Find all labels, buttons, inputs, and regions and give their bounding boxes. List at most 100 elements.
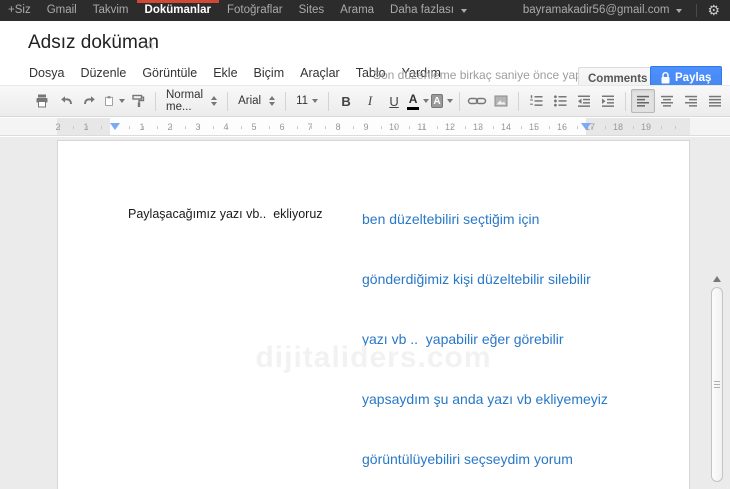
scrollbar-grip	[714, 380, 720, 389]
updown-icon	[269, 96, 276, 106]
chevron-down-icon	[423, 99, 430, 103]
menu-insert[interactable]: Ekle	[205, 63, 245, 83]
ruler-number: 4	[223, 122, 229, 132]
right-indent-marker[interactable]	[581, 123, 591, 130]
undo-button[interactable]	[54, 89, 78, 113]
menu-tools[interactable]: Araçlar	[292, 63, 348, 83]
topbar-item-calendar[interactable]: Takvim	[85, 0, 137, 21]
text-line: yapsaydım şu anda yazı vb ekliyemeyiz	[362, 391, 608, 407]
ruler-number: 6	[279, 122, 285, 132]
insert-image-button[interactable]	[489, 89, 513, 113]
paint-roller-icon	[132, 94, 145, 107]
topbar-item-search[interactable]: Arama	[332, 0, 382, 21]
document-page[interactable]: Paylaşacağımız yazı vb.. ekliyoruz ben d…	[57, 140, 690, 489]
account-menu[interactable]: bayramakadir56@gmail.com	[515, 0, 691, 21]
menu-view[interactable]: Görüntüle	[134, 63, 205, 83]
undo-icon	[61, 96, 72, 105]
ruler-number: 10	[388, 122, 400, 132]
ruler-number: 8	[335, 122, 341, 132]
ruler-number: 5	[251, 122, 257, 132]
decrease-indent-button[interactable]	[572, 89, 596, 113]
divider	[518, 91, 520, 111]
highlight-color-button[interactable]: A	[430, 89, 454, 113]
gear-icon[interactable]: ⚙	[703, 0, 730, 21]
ruler-number: 19	[640, 122, 652, 132]
increase-indent-button[interactable]	[596, 89, 620, 113]
divider	[227, 91, 229, 111]
ruler-number: 2	[55, 122, 61, 132]
bold-button[interactable]: B	[334, 89, 358, 113]
redo-button[interactable]	[78, 89, 102, 113]
numbered-list-icon	[530, 95, 543, 106]
topbar-item-photos[interactable]: Fotoğraflar	[219, 0, 291, 21]
insert-link-button[interactable]	[465, 89, 489, 113]
align-left-icon	[637, 95, 650, 107]
align-right-button[interactable]	[679, 89, 703, 113]
menu-format[interactable]: Biçim	[246, 63, 293, 83]
ruler-number: 7	[307, 122, 313, 132]
star-icon[interactable]: ☆	[143, 36, 156, 54]
topbar-item-sites[interactable]: Sites	[291, 0, 333, 21]
paste-format-button[interactable]	[102, 89, 126, 113]
print-icon	[36, 94, 48, 108]
font-family-select[interactable]: Arial	[233, 89, 280, 113]
divider	[285, 91, 287, 111]
ruler-number: 1	[139, 122, 145, 132]
bulleted-list-icon	[554, 95, 567, 107]
text-color-button[interactable]: A	[406, 89, 430, 113]
ruler-number: 18	[612, 122, 624, 132]
ruler-number: 14	[500, 122, 512, 132]
ruler-number: 1	[83, 122, 89, 132]
chevron-down-icon	[119, 99, 125, 103]
underline-button[interactable]: U	[382, 89, 406, 113]
topbar-item-gmail[interactable]: Gmail	[39, 0, 85, 21]
italic-button[interactable]: I	[358, 89, 382, 113]
image-icon	[494, 95, 508, 107]
align-right-icon	[685, 95, 698, 107]
ruler-number: 3	[195, 122, 201, 132]
topbar-item-documents[interactable]: Dokümanlar	[137, 0, 219, 21]
ruler-number: 11	[417, 122, 427, 132]
ruler-number: 9	[363, 122, 369, 132]
numbered-list-button[interactable]	[524, 89, 548, 113]
link-icon	[467, 97, 487, 105]
divider	[155, 91, 156, 111]
divider	[459, 91, 461, 111]
clipboard-icon	[105, 96, 113, 106]
align-left-button[interactable]	[631, 89, 656, 113]
text-line: gönderdiğimiz kişi düzeltebilir silebili…	[362, 271, 591, 287]
text-color-icon: A	[406, 92, 420, 110]
last-edit-status: Son düzenleme birkaç saniye önce yapıldı	[373, 68, 598, 82]
document-header: Adsız doküman ☆ Dosya Düzenle Görüntüle …	[0, 21, 730, 90]
font-size-select[interactable]: 11	[291, 89, 323, 113]
formatting-toolbar: Normal me... Arial 11 B I U A A	[0, 85, 730, 117]
menu-file[interactable]: Dosya	[21, 63, 72, 83]
ruler-number: 2	[167, 122, 173, 132]
justify-button[interactable]	[703, 89, 727, 113]
topbar-item-more[interactable]: Daha fazlası	[382, 0, 475, 21]
menu-edit[interactable]: Düzenle	[72, 63, 134, 83]
left-indent-marker[interactable]	[110, 123, 120, 130]
align-center-icon	[661, 95, 674, 107]
divider	[625, 91, 627, 111]
document-canvas: Paylaşacağımız yazı vb.. ekliyoruz ben d…	[0, 137, 730, 489]
chevron-down-icon	[460, 8, 467, 13]
align-center-button[interactable]	[655, 89, 679, 113]
paragraph-style-select[interactable]: Normal me...	[161, 89, 222, 113]
document-paragraph: Paylaşacağımız yazı vb.. ekliyoruz	[128, 207, 323, 221]
scrollbar-thumb[interactable]	[711, 287, 723, 482]
vertical-scrollbar[interactable]	[710, 274, 725, 489]
scroll-up-icon[interactable]	[713, 276, 721, 282]
text-line: görüntülüyebiliri seçseydim yorum	[362, 451, 573, 467]
topbar-item-plus-you[interactable]: +Siz	[0, 0, 39, 21]
highlight-color-icon: A	[431, 94, 444, 108]
print-button[interactable]	[30, 89, 54, 113]
bulleted-list-button[interactable]	[548, 89, 572, 113]
ruler: 2 1 1 2 3 4 5 6 7 8 9 10 11 12 13 14 15 16 17 18 19	[0, 118, 730, 136]
divider	[696, 4, 698, 17]
outdent-icon	[578, 95, 591, 107]
document-title[interactable]: Adsız doküman	[28, 32, 159, 54]
ruler-number: 12	[444, 122, 456, 132]
paint-format-button[interactable]	[126, 89, 150, 113]
chevron-down-icon	[312, 99, 319, 103]
